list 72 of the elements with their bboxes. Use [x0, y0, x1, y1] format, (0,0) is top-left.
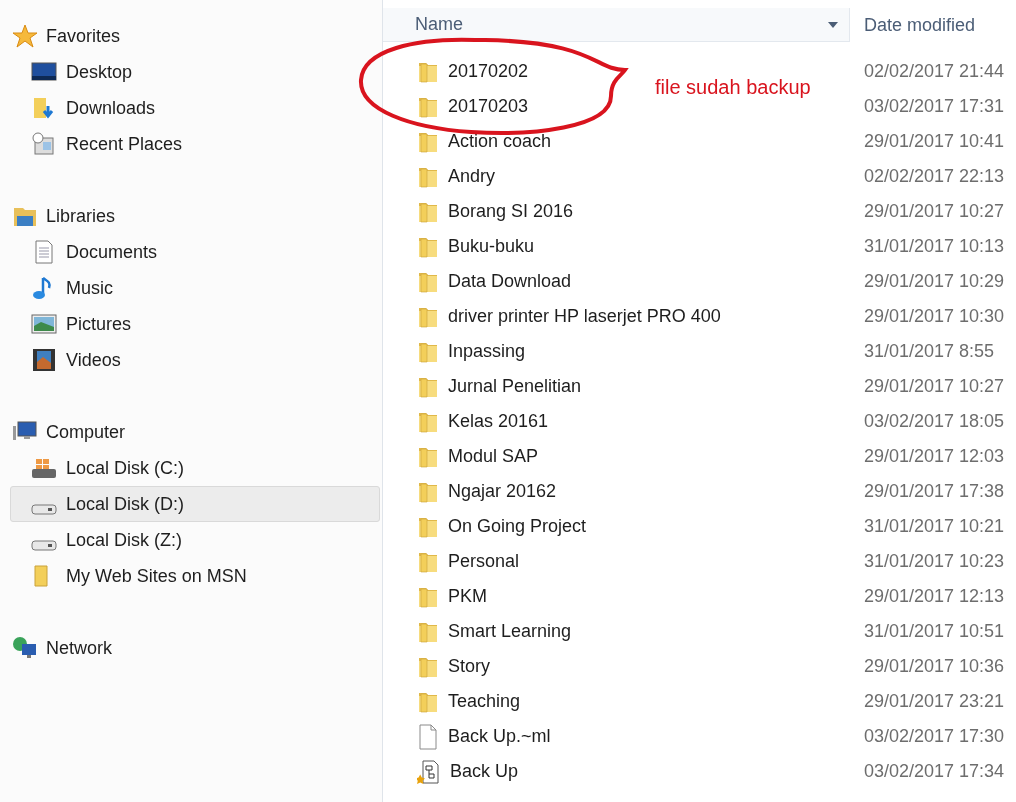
film-icon: [31, 348, 57, 372]
nav-item[interactable]: Music: [10, 270, 380, 306]
picture-icon: [31, 312, 57, 336]
nav-section-header[interactable]: Network: [10, 630, 382, 666]
nav-item[interactable]: Documents: [10, 234, 380, 270]
nav-item[interactable]: Local Disk (D:): [10, 486, 380, 522]
date-modified: 29/01/2017 23:21: [863, 690, 1005, 713]
recent-places-icon: [31, 132, 57, 156]
annotation-text: file sudah backup: [655, 75, 811, 100]
date-modified: 31/01/2017 10:23: [863, 550, 1005, 573]
nav-item[interactable]: Desktop: [10, 54, 380, 90]
file-name[interactable]: Personal: [448, 548, 520, 575]
file-name[interactable]: Data Download: [448, 268, 572, 295]
file-name[interactable]: Kelas 20161: [448, 408, 549, 435]
date-modified: 29/01/2017 12:13: [863, 585, 1005, 608]
file-name[interactable]: Back Up: [450, 758, 519, 785]
date-modified: 29/01/2017 10:30: [863, 305, 1005, 328]
drive-icon: [31, 539, 57, 551]
date-modified: 03/02/2017 17:31: [863, 95, 1005, 118]
nav-item[interactable]: Videos: [10, 342, 380, 378]
date-modified: 29/01/2017 10:27: [863, 375, 1005, 398]
file-name[interactable]: On Going Project: [448, 513, 587, 540]
file-name[interactable]: Smart Learning: [448, 618, 572, 645]
date-modified: 03/02/2017 17:30: [863, 725, 1005, 748]
date-modified: 31/01/2017 10:21: [863, 515, 1005, 538]
file-name[interactable]: Back Up.~ml: [448, 723, 551, 750]
nav-item[interactable]: Local Disk (C:): [10, 450, 380, 486]
file-name[interactable]: 20170202: [448, 58, 529, 85]
date-modified: 02/02/2017 21:44: [863, 60, 1005, 83]
file-name[interactable]: PKM: [448, 583, 487, 610]
date-modified: 03/02/2017 18:05: [863, 410, 1005, 433]
date-modified: 31/01/2017 10:51: [863, 620, 1005, 643]
star-icon: [12, 24, 38, 48]
date-modified: 29/01/2017 12:03: [863, 445, 1005, 468]
system-drive-icon: [31, 456, 57, 480]
date-modified: 29/01/2017 10:29: [863, 270, 1005, 293]
nav-item[interactable]: Pictures: [10, 306, 380, 342]
date-modified: 29/01/2017 10:41: [863, 130, 1005, 153]
nav-section-header[interactable]: Libraries: [10, 198, 382, 234]
nav-section-header[interactable]: Computer: [10, 414, 382, 450]
column-header[interactable]: Date modified: [850, 8, 976, 42]
date-modified: 03/02/2017 17:34: [863, 760, 1005, 783]
nav-item[interactable]: Downloads: [10, 90, 380, 126]
column-header[interactable]: Name: [383, 8, 850, 42]
file-name[interactable]: Borang SI 2016: [448, 198, 574, 225]
file-name[interactable]: driver printer HP laserjet PRO 400: [448, 303, 721, 330]
file-name[interactable]: Inpassing: [448, 338, 526, 365]
nav-item[interactable]: Local Disk (Z:): [10, 522, 380, 558]
document-icon: [417, 759, 441, 784]
file-name[interactable]: 20170203: [448, 93, 529, 120]
nav-item[interactable]: My Web Sites on MSN: [10, 558, 380, 594]
drive-icon: [31, 503, 57, 515]
date-modified: 31/01/2017 8:55: [863, 340, 995, 363]
date-modified: 29/01/2017 17:38: [863, 480, 1005, 503]
date-modified: 29/01/2017 10:36: [863, 655, 1005, 678]
date-modified: 02/02/2017 22:13: [863, 165, 1005, 188]
desktop-icon: [31, 60, 57, 84]
nav-item[interactable]: Recent Places: [10, 126, 380, 162]
file-name[interactable]: Jurnal Penelitian: [448, 373, 582, 400]
file-name[interactable]: Buku-buku: [448, 233, 535, 260]
nav-section-header[interactable]: Favorites: [10, 18, 382, 54]
file-name[interactable]: Modul SAP: [448, 443, 539, 470]
file-name[interactable]: Action coach: [448, 128, 552, 155]
sort-caret-icon: [827, 20, 839, 29]
file-name[interactable]: Teaching: [448, 688, 521, 715]
file-icon: [417, 723, 439, 750]
network-icon: [12, 636, 38, 660]
date-modified: 31/01/2017 10:13: [863, 235, 1005, 258]
date-modified: 29/01/2017 10:27: [863, 200, 1005, 223]
file-name[interactable]: Ngajar 20162: [448, 478, 557, 505]
file-name[interactable]: Andry: [448, 163, 496, 190]
file-name[interactable]: Story: [448, 653, 490, 680]
